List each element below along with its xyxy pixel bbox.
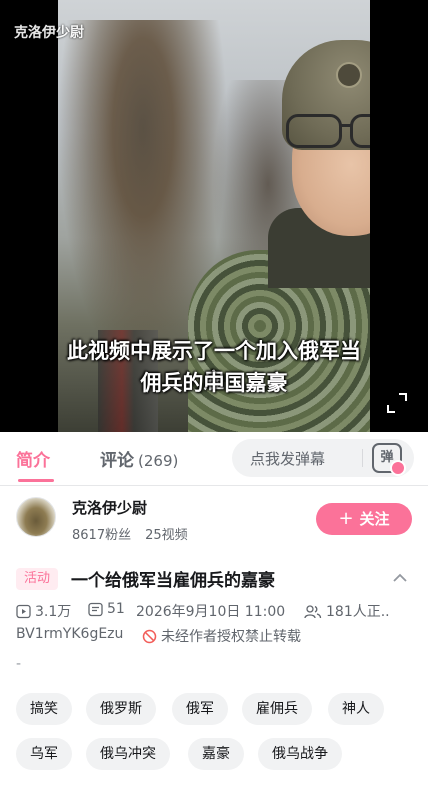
video-title: 一个给俄军当雇佣兵的嘉豪: [71, 571, 275, 591]
danmaku-count-value: 51: [107, 601, 125, 617]
danmaku-count: 51: [88, 601, 125, 617]
tag-item[interactable]: 俄乌冲突: [86, 738, 170, 770]
uploader-name[interactable]: 克洛伊少尉: [72, 497, 147, 518]
description: -: [16, 656, 22, 672]
forbidden-icon: [142, 629, 157, 643]
avatar[interactable]: [16, 497, 56, 537]
watching-now: 181人正..: [304, 601, 390, 621]
danmaku-icon: [88, 602, 103, 616]
play-count: 3.1万: [16, 601, 71, 621]
fullscreen-icon[interactable]: [385, 391, 409, 415]
tab-comments[interactable]: 评论 (269): [100, 446, 178, 471]
uploader-stats: 8617粉丝 25视频: [72, 524, 188, 543]
uploader-info: 克洛伊少尉 8617粉丝 25视频 + 关注: [0, 490, 428, 550]
danmaku-toggle-icon[interactable]: 弹: [372, 443, 406, 476]
activity-badge[interactable]: 活动: [16, 568, 59, 590]
tab-intro-label: 简介: [16, 451, 50, 471]
lens-left: [286, 114, 342, 148]
tag-item[interactable]: 乌军: [16, 738, 72, 770]
videos-count: 25视频: [145, 528, 188, 543]
comments-count: (269): [138, 452, 179, 470]
follow-label: 关注: [359, 510, 390, 528]
glasses: [284, 114, 370, 150]
tab-comments-label: 评论: [100, 451, 134, 471]
plus-icon: +: [338, 508, 354, 529]
copyright-notice: 未经作者授权禁止转载: [142, 626, 301, 646]
subtitle-line-2: 佣兵的中国嘉豪: [140, 371, 288, 395]
hat-badge: [336, 62, 362, 88]
publish-date: 2026年9月10日 11:00: [136, 604, 286, 620]
people-icon: [304, 604, 322, 618]
lens-right: [350, 114, 370, 148]
bvid[interactable]: BV1rmYK6gEzu: [16, 626, 123, 642]
tag-item[interactable]: 雇佣兵: [242, 693, 312, 725]
play-count-value: 3.1万: [35, 604, 72, 620]
title-row: 活动 一个给俄军当雇佣兵的嘉豪: [16, 564, 416, 592]
danmaku-placeholder: 点我发弹幕: [250, 450, 326, 468]
meta-row: 3.1万 51 2026年9月10日 11:00 181人正..: [16, 601, 416, 621]
chevron-up-icon[interactable]: [392, 570, 408, 586]
tag-item[interactable]: 俄罗斯: [86, 693, 156, 725]
tag-item[interactable]: 俄乌战争: [258, 738, 342, 770]
danmaku-input[interactable]: 点我发弹幕 弹: [232, 439, 414, 477]
tab-indicator: [18, 479, 54, 482]
tag-item[interactable]: 俄军: [172, 693, 228, 725]
video-player[interactable]: 克洛伊少尉 此视频中展示了一个加入俄军当雇 佣兵的中国嘉豪: [0, 0, 428, 432]
tag-item[interactable]: 嘉豪: [188, 738, 244, 770]
watching-value: 181人正..: [326, 604, 390, 620]
divider: [362, 449, 363, 467]
tag-item[interactable]: 搞笑: [16, 693, 72, 725]
bvid-row: BV1rmYK6gEzu 未经作者授权禁止转载: [16, 626, 416, 646]
play-icon: [16, 604, 31, 618]
follow-button[interactable]: + 关注: [316, 503, 412, 535]
channel-watermark: 克洛伊少尉: [14, 25, 84, 41]
copyright-text: 未经作者授权禁止转载: [161, 629, 301, 645]
tab-intro[interactable]: 简介: [16, 446, 50, 471]
fans-count: 8617粉丝: [72, 528, 132, 543]
tag-item[interactable]: 神人: [328, 693, 384, 725]
